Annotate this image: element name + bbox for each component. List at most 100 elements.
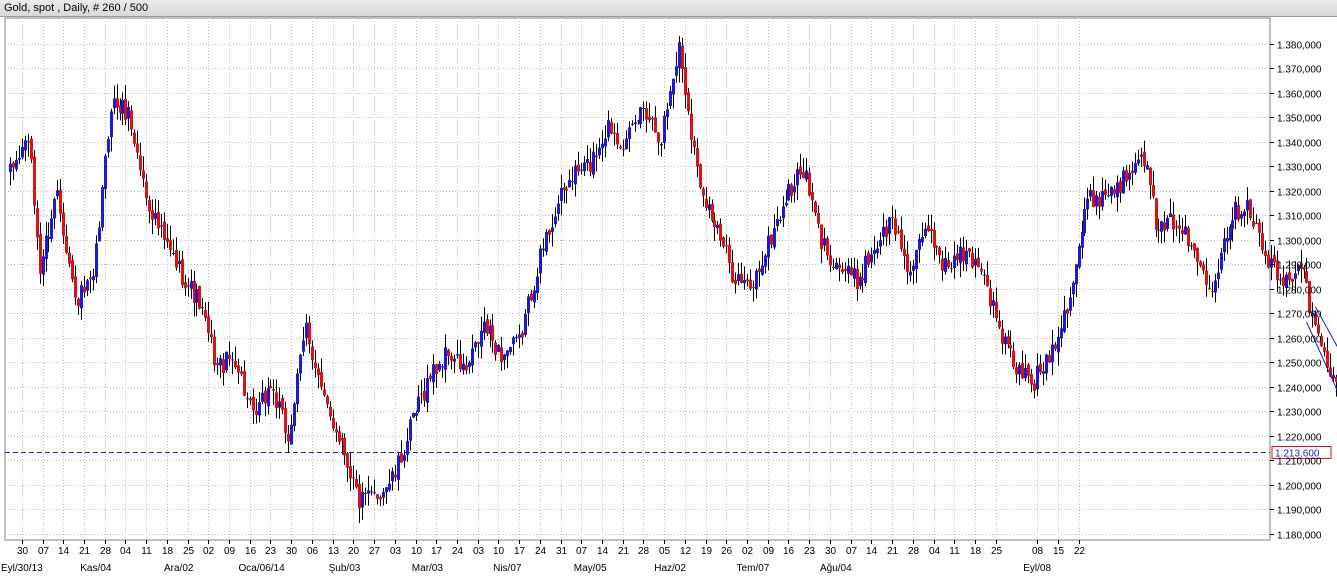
x-tick-label: 12: [680, 546, 692, 557]
candle: [198, 285, 201, 310]
candle-body-up: [160, 225, 163, 227]
candle-body-down: [693, 140, 696, 148]
candle-body-up: [80, 285, 83, 309]
candle-body-up: [438, 363, 441, 371]
candle-body-up: [560, 187, 563, 201]
candlestick-chart[interactable]: 1.213,600 1.180,0001.190,0001.200,0001.2…: [0, 0, 1337, 581]
candle-body-up: [296, 373, 299, 405]
candle-body-up: [92, 276, 95, 281]
candle-body-down: [622, 148, 625, 150]
y-tick-label: 1.200,000: [1277, 482, 1322, 493]
candle-body-up: [261, 392, 264, 402]
candle-body-down: [1098, 196, 1101, 207]
candle: [497, 344, 500, 353]
x-tick-label: 14: [597, 546, 609, 557]
candle-body-up: [1146, 165, 1149, 170]
candle-body-down: [521, 332, 524, 338]
candle-body-down: [1152, 184, 1155, 197]
candle-body-down: [616, 133, 619, 145]
candle-body-up: [545, 231, 548, 252]
candle-body-down: [1033, 383, 1036, 391]
x-month-label: Eyl/08: [1023, 563, 1051, 574]
candle-body-up: [642, 107, 645, 109]
candle-body-up: [474, 342, 477, 348]
candle-body-up: [755, 270, 758, 290]
candle-body-down: [465, 365, 468, 371]
candle-body-up: [1024, 368, 1027, 379]
candle-body-up: [1223, 238, 1226, 253]
candle-body-down: [477, 341, 480, 344]
candle-body-up: [678, 42, 681, 68]
candle-body-down: [1258, 222, 1261, 233]
candle-body-up: [1069, 297, 1072, 311]
candle-body-down: [151, 210, 154, 220]
candle-body-down: [722, 237, 725, 247]
x-tick-label: 10: [493, 546, 505, 557]
candle: [412, 412, 415, 419]
candle-body-up: [708, 204, 711, 211]
candle-body-down: [175, 249, 178, 268]
candle-body-down: [420, 393, 423, 395]
candle-body-down: [571, 181, 574, 183]
candle-body-up: [983, 274, 986, 276]
candle-body-down: [903, 248, 906, 257]
candle-body-down: [355, 478, 358, 488]
candle-body-down: [234, 360, 237, 368]
candle-body-down: [181, 259, 184, 286]
x-tick-label: 24: [535, 546, 547, 557]
candle-body-up: [1063, 310, 1066, 332]
candle-body-up: [539, 248, 542, 274]
x-tick-label: 09: [763, 546, 775, 557]
candle-body-down: [207, 316, 210, 334]
candle-body-down: [770, 234, 773, 245]
candle-body-up: [651, 118, 654, 120]
candle-body-down: [486, 319, 489, 334]
candle-body-down: [844, 268, 847, 271]
candle-body-up: [716, 224, 719, 229]
x-tick-label: 17: [431, 546, 443, 557]
candle-body-up: [773, 228, 776, 248]
candle-body-down: [962, 247, 965, 262]
candle-body-up: [302, 340, 305, 352]
candle-body-down: [252, 396, 255, 411]
candle-body-up: [290, 424, 293, 445]
candle-body-up: [761, 265, 764, 275]
y-tick-label: 1.260,000: [1277, 335, 1322, 346]
candle-body-up: [924, 228, 927, 237]
candle-body-down: [1143, 151, 1146, 167]
candle-body-up: [628, 127, 631, 140]
x-tick-label: 23: [804, 546, 816, 557]
candle-body-down: [820, 224, 823, 249]
candle-body-up: [909, 271, 912, 276]
candle-body-down: [358, 483, 361, 509]
candle-body-up: [190, 281, 193, 289]
candle-body-up: [953, 255, 956, 269]
x-tick-label: 03: [473, 546, 485, 557]
candle-body-up: [542, 248, 545, 251]
candle-body-down: [216, 363, 219, 366]
candle-body-up: [1060, 328, 1063, 339]
candle-body-up: [1279, 279, 1282, 281]
candle-body-up: [1075, 264, 1078, 285]
y-tick-label: 1.380,000: [1277, 41, 1322, 52]
candle-body-up: [1270, 258, 1273, 268]
candle-body-up: [634, 122, 637, 125]
x-month-label: Tem/07: [737, 563, 770, 574]
candle-body-up: [586, 159, 589, 163]
candle-body-up: [1081, 231, 1084, 248]
candle-body-up: [1240, 214, 1243, 219]
candle-body-down: [65, 235, 68, 253]
chart-title-bar[interactable]: Gold, spot , Daily, # 260 / 500: [0, 0, 1337, 17]
candle-body-down: [133, 132, 136, 144]
x-tick-label: 22: [1074, 546, 1086, 557]
x-tick-label: 23: [265, 546, 277, 557]
candle-body-down: [930, 228, 933, 232]
chart-title: Gold, spot , Daily, # 260 / 500: [4, 2, 149, 14]
candle-body-down: [1288, 272, 1291, 281]
candle-body-up: [796, 169, 799, 186]
candle: [30, 135, 33, 164]
candle-body-down: [731, 262, 734, 283]
candle-body-down: [338, 431, 341, 442]
x-tick-label: 26: [721, 546, 733, 557]
candle-body-up: [805, 170, 808, 180]
